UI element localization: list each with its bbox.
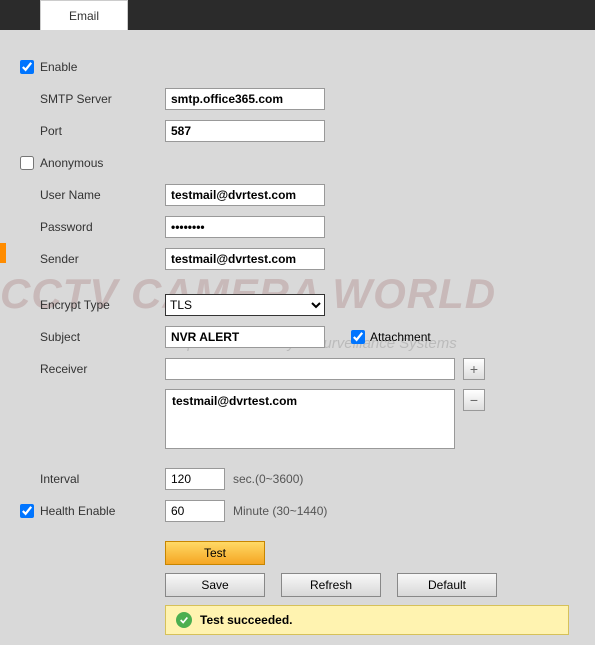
password-label: Password	[40, 220, 165, 234]
username-label: User Name	[40, 188, 165, 202]
add-receiver-button[interactable]: +	[463, 358, 485, 380]
remove-receiver-button[interactable]: −	[463, 389, 485, 411]
anonymous-label: Anonymous	[40, 156, 165, 170]
enable-label: Enable	[40, 60, 165, 74]
attachment-checkbox[interactable]	[351, 330, 365, 344]
accent-stripe	[0, 243, 6, 263]
interval-hint: sec.(0~3600)	[233, 472, 303, 486]
health-input[interactable]	[165, 500, 225, 522]
interval-input[interactable]	[165, 468, 225, 490]
port-label: Port	[40, 124, 165, 138]
subject-label: Subject	[40, 330, 165, 344]
email-settings-form: CCTV CAMERA WORLD Experts in Security & …	[0, 30, 595, 645]
port-input[interactable]	[165, 120, 325, 142]
smtp-input[interactable]	[165, 88, 325, 110]
sender-input[interactable]	[165, 248, 325, 270]
tab-email[interactable]: Email	[40, 0, 128, 30]
smtp-label: SMTP Server	[40, 92, 165, 106]
encrypt-select[interactable]: TLS	[165, 294, 325, 316]
attachment-label: Attachment	[370, 330, 431, 344]
save-button[interactable]: Save	[165, 573, 265, 597]
username-input[interactable]	[165, 184, 325, 206]
header-bar: Email	[0, 0, 595, 30]
subject-input[interactable]	[165, 326, 325, 348]
status-bar: Test succeeded.	[165, 605, 569, 635]
receiver-input[interactable]	[165, 358, 455, 380]
status-text: Test succeeded.	[200, 613, 292, 627]
sender-label: Sender	[40, 252, 165, 266]
health-hint: Minute (30~1440)	[233, 504, 327, 518]
anonymous-checkbox[interactable]	[20, 156, 34, 170]
test-button[interactable]: Test	[165, 541, 265, 565]
refresh-button[interactable]: Refresh	[281, 573, 381, 597]
enable-checkbox[interactable]	[20, 60, 34, 74]
encrypt-label: Encrypt Type	[40, 298, 165, 312]
password-input[interactable]	[165, 216, 325, 238]
default-button[interactable]: Default	[397, 573, 497, 597]
health-label: Health Enable	[40, 504, 165, 518]
success-icon	[176, 612, 192, 628]
receiver-label: Receiver	[40, 362, 165, 376]
interval-label: Interval	[40, 472, 165, 486]
receiver-list[interactable]: testmail@dvrtest.com	[165, 389, 455, 449]
health-checkbox[interactable]	[20, 504, 34, 518]
